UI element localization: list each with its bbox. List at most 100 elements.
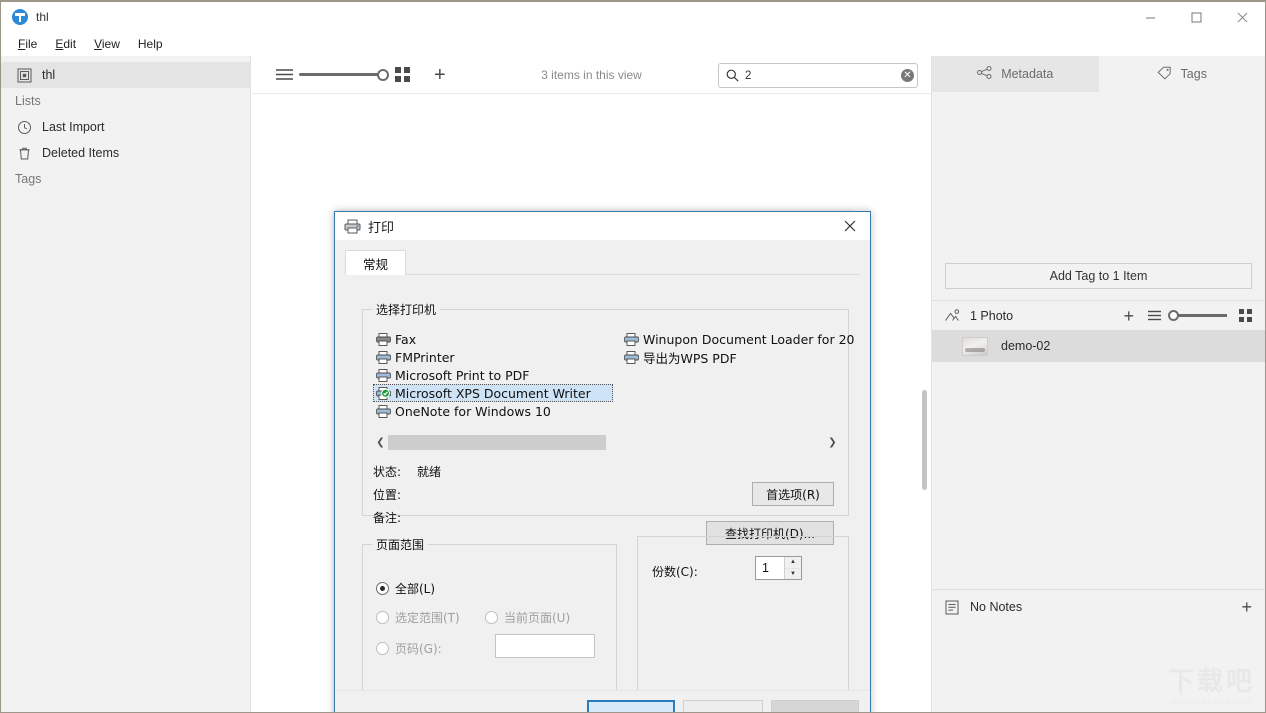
sidebar-item-last-import[interactable]: Last Import bbox=[1, 114, 250, 140]
printer-item-ms-xps-document-writer-label: Microsoft XPS Document Writer bbox=[395, 386, 591, 401]
vertical-scrollbar[interactable] bbox=[922, 390, 927, 490]
radio-page-numbers-label: 页码(G): bbox=[395, 640, 442, 657]
radio-selection-label: 选定范围(T) bbox=[395, 609, 460, 626]
menu-file-rest: ile bbox=[25, 37, 37, 51]
printer-item-export-to-wps-pdf[interactable]: 导出为WPS PDF bbox=[621, 348, 854, 366]
print-dialog-body: 常规 选择打印机 Fax bbox=[335, 241, 870, 713]
tab-tags[interactable]: Tags bbox=[1099, 56, 1266, 92]
photos-section-header: 1 Photo + bbox=[932, 300, 1265, 330]
printer-icon bbox=[376, 405, 391, 418]
clear-icon[interactable]: ✕ bbox=[901, 69, 914, 82]
hscroll-track[interactable] bbox=[388, 435, 825, 450]
printer-comment-row: 备注: bbox=[373, 506, 441, 529]
printer-item-winupon-document-loader[interactable]: Winupon Document Loader for 20 bbox=[621, 330, 854, 348]
sidebar-item-library-label: thl bbox=[42, 68, 55, 82]
title-bar: thl bbox=[1, 2, 1265, 32]
apply-button[interactable] bbox=[771, 700, 859, 713]
grid-view-icon[interactable] bbox=[395, 67, 410, 82]
tab-tags-label: Tags bbox=[1181, 67, 1207, 81]
add-item-plus-icon[interactable]: + bbox=[434, 65, 446, 85]
printer-item-ms-print-to-pdf[interactable]: Microsoft Print to PDF bbox=[373, 366, 613, 384]
thumbnail-size-slider[interactable] bbox=[299, 69, 389, 81]
preferences-button[interactable]: 首选项(R) bbox=[752, 482, 834, 506]
printer-list[interactable]: Fax FMPrinter Microsoft Pr bbox=[373, 330, 840, 430]
add-photo-plus-icon[interactable]: + bbox=[1123, 307, 1134, 325]
add-note-plus-icon[interactable]: + bbox=[1241, 598, 1252, 616]
search-input[interactable] bbox=[743, 69, 901, 83]
copies-value[interactable]: 1 bbox=[756, 557, 784, 579]
close-icon[interactable] bbox=[1219, 2, 1265, 32]
radio-current-page[interactable]: 当前页面(U) bbox=[485, 609, 570, 626]
radio-all-pages-indicator[interactable] bbox=[376, 582, 389, 595]
printer-list-column-2: Winupon Document Loader for 20 导出为WPS PD… bbox=[621, 330, 854, 366]
printer-item-fax[interactable]: Fax bbox=[373, 330, 613, 348]
tab-general[interactable]: 常规 bbox=[345, 250, 406, 275]
metadata-empty-area bbox=[932, 92, 1265, 263]
radio-page-numbers[interactable]: 页码(G): bbox=[376, 640, 442, 657]
minimize-icon[interactable] bbox=[1127, 2, 1173, 32]
radio-page-numbers-indicator[interactable] bbox=[376, 642, 389, 655]
right-panel-tabs: Metadata Tags bbox=[932, 56, 1265, 92]
photos-list-view-icon[interactable] bbox=[1148, 310, 1161, 321]
printer-item-winupon-document-loader-label: Winupon Document Loader for 20 bbox=[643, 332, 854, 347]
printer-list-column-1: Fax FMPrinter Microsoft Pr bbox=[373, 330, 613, 420]
menu-file[interactable]: File bbox=[9, 35, 46, 53]
printer-item-fmprinter[interactable]: FMPrinter bbox=[373, 348, 613, 366]
tab-underline bbox=[345, 274, 860, 275]
sidebar-item-library[interactable]: thl bbox=[1, 62, 250, 88]
print-dialog: 打印 常规 选择打印机 bbox=[334, 211, 871, 713]
photos-grid-view-icon[interactable] bbox=[1239, 309, 1252, 322]
hscroll-thumb[interactable] bbox=[388, 435, 606, 450]
menu-edit[interactable]: Edit bbox=[46, 35, 85, 53]
app-logo-icon bbox=[12, 9, 28, 25]
printer-item-fax-label: Fax bbox=[395, 332, 416, 347]
tab-metadata[interactable]: Metadata bbox=[932, 56, 1099, 92]
printer-item-ms-print-to-pdf-label: Microsoft Print to PDF bbox=[395, 368, 529, 383]
printer-icon bbox=[376, 351, 391, 364]
tab-general-label: 常规 bbox=[363, 254, 388, 273]
radio-selection[interactable]: 选定范围(T) bbox=[376, 609, 460, 626]
chevron-up-icon[interactable]: ▲ bbox=[785, 557, 801, 569]
menu-view[interactable]: View bbox=[85, 35, 129, 53]
fax-printer-icon bbox=[376, 333, 391, 346]
search-box[interactable]: ✕ bbox=[718, 63, 918, 88]
radio-all-pages[interactable]: 全部(L) bbox=[376, 580, 435, 597]
print-button[interactable] bbox=[587, 700, 675, 713]
chevron-left-icon[interactable]: ❮ bbox=[373, 437, 388, 448]
sidebar-lists-header: Lists bbox=[1, 88, 250, 114]
chevron-down-icon[interactable]: ▼ bbox=[785, 569, 801, 580]
maximize-icon[interactable] bbox=[1173, 2, 1219, 32]
pages-input[interactable] bbox=[495, 634, 595, 658]
cancel-button[interactable] bbox=[683, 700, 763, 713]
sidebar-tags-header: Tags bbox=[1, 166, 250, 192]
print-dialog-title: 打印 bbox=[368, 217, 394, 236]
chevron-right-icon[interactable]: ❯ bbox=[825, 437, 840, 448]
print-dialog-footer bbox=[335, 690, 870, 713]
default-printer-icon bbox=[376, 387, 391, 400]
menu-help[interactable]: Help bbox=[129, 35, 172, 53]
sidebar-item-deleted-items[interactable]: Deleted Items bbox=[1, 140, 250, 166]
notes-section: No Notes + bbox=[932, 589, 1265, 712]
menu-help-label: Help bbox=[138, 37, 163, 51]
slider-knob[interactable] bbox=[377, 69, 389, 81]
photo-list-item[interactable]: demo-02 bbox=[932, 330, 1265, 362]
tag-icon bbox=[1157, 66, 1172, 83]
printer-item-onenote-for-windows-10[interactable]: OneNote for Windows 10 bbox=[373, 402, 613, 420]
printer-list-horizontal-scrollbar[interactable]: ❮ ❯ bbox=[373, 435, 840, 450]
photos-size-slider[interactable] bbox=[1168, 310, 1227, 321]
photo-thumbnail bbox=[962, 337, 988, 356]
copies-stepper[interactable]: 1 ▲ ▼ bbox=[755, 556, 802, 580]
printer-icon bbox=[344, 219, 361, 234]
menu-bar: File Edit View Help bbox=[1, 32, 1265, 56]
add-tag-button[interactable]: Add Tag to 1 Item bbox=[945, 263, 1252, 289]
printer-item-ms-xps-document-writer[interactable]: Microsoft XPS Document Writer bbox=[373, 384, 613, 402]
notes-label: No Notes bbox=[970, 600, 1022, 614]
radio-selection-indicator[interactable] bbox=[376, 611, 389, 624]
radio-current-page-indicator[interactable] bbox=[485, 611, 498, 624]
clock-icon bbox=[15, 118, 33, 136]
list-view-icon[interactable] bbox=[276, 68, 293, 81]
print-dialog-close-icon[interactable] bbox=[830, 212, 870, 241]
copies-stepper-buttons: ▲ ▼ bbox=[784, 557, 801, 579]
print-dialog-tabs: 常规 bbox=[345, 250, 406, 275]
photos-slider-track bbox=[1178, 314, 1227, 317]
